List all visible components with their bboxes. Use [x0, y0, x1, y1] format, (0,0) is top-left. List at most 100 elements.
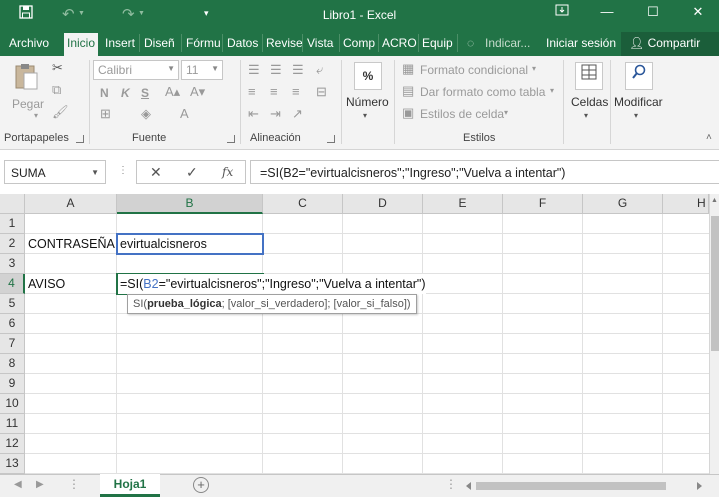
maximize-icon[interactable]: ☐ [641, 4, 665, 24]
tab-insertar[interactable]: Insert [105, 36, 135, 50]
copy-icon[interactable]: ⧉ [52, 82, 61, 98]
cell-a2[interactable]: CONTRASEÑA [25, 234, 117, 254]
align-bottom-icon[interactable]: ☰ [292, 62, 304, 78]
percent-icon[interactable]: % [354, 62, 382, 90]
function-tooltip[interactable]: SI(prueba_lógica; [valor_si_verdadero]; … [127, 294, 417, 314]
tab-diseno[interactable]: Diseñ [144, 36, 175, 50]
scroll-up-icon[interactable]: ▲ [711, 197, 718, 204]
italic-button[interactable]: K [121, 86, 130, 100]
wrap-text-icon[interactable]: ⤶ [316, 62, 323, 78]
tell-me-search[interactable]: Indicar... [485, 36, 530, 50]
alignment-launcher-icon[interactable] [327, 135, 335, 143]
editing-button[interactable]: Modificar [614, 95, 663, 109]
row-header-7[interactable]: 7 [0, 334, 25, 354]
cells-icon[interactable] [575, 62, 603, 90]
column-header-g[interactable]: G [583, 194, 663, 214]
column-header-c[interactable]: C [263, 194, 343, 214]
row-header-4[interactable]: 4 [0, 274, 25, 294]
underline-button[interactable]: S [141, 86, 149, 100]
share-button[interactable]: 👤︎ Compartir [621, 32, 719, 56]
decrease-indent-icon[interactable]: ⇤ [248, 106, 259, 122]
vertical-scrollbar[interactable]: ▲ [709, 194, 719, 474]
tab-equipo[interactable]: Equip [422, 36, 453, 50]
close-icon[interactable]: ✕ [686, 4, 710, 24]
search-icon[interactable] [625, 62, 653, 90]
tab-archivo[interactable]: Archivo [9, 36, 49, 50]
orientation-icon[interactable]: ↗ [292, 106, 303, 122]
sheet-menu-icon[interactable]: ⋮ [68, 477, 80, 491]
row-header-2[interactable]: 2 [0, 234, 25, 254]
row-header-8[interactable]: 8 [0, 354, 25, 374]
borders-icon[interactable]: ⊞ [100, 106, 111, 122]
bold-button[interactable]: N [100, 86, 109, 100]
cell-styles-icon[interactable]: ▣ [402, 105, 414, 121]
next-sheet-icon[interactable]: ▶ [36, 479, 44, 490]
merge-center-icon[interactable]: ⊟ [316, 84, 327, 100]
conditional-format-button[interactable]: Formato condicional [420, 63, 528, 77]
row-header-11[interactable]: 11 [0, 414, 25, 434]
align-top-icon[interactable]: ☰ [248, 62, 260, 78]
splitter-handle-icon[interactable]: ⋮ [118, 165, 129, 176]
cut-icon[interactable]: ✂ [52, 60, 63, 76]
column-header-b[interactable]: B [117, 194, 263, 214]
tab-splitter-icon[interactable]: ⋮ [445, 477, 457, 491]
format-painter-icon[interactable]: 🖌︎ [52, 104, 69, 120]
font-shrink-icon[interactable]: A▾ [190, 84, 205, 100]
align-center-icon[interactable]: ≡ [270, 84, 278, 99]
select-all-button[interactable] [0, 194, 25, 214]
row-header-3[interactable]: 3 [0, 254, 25, 274]
cells-button[interactable]: Celdas [571, 95, 608, 109]
column-header-a[interactable]: A [25, 194, 117, 214]
cell-styles-button[interactable]: Estilos de celda [420, 107, 504, 121]
format-as-table-button[interactable]: Dar formato como tabla [420, 85, 545, 99]
number-button[interactable]: Número [346, 95, 389, 109]
add-sheet-icon[interactable]: + [193, 477, 209, 493]
cell-a4[interactable]: AVISO [25, 274, 117, 294]
chevron-down-icon[interactable]: ▾ [504, 108, 508, 117]
row-header-9[interactable]: 9 [0, 374, 25, 394]
tab-revisar[interactable]: Revise [266, 36, 303, 50]
insert-function-icon[interactable]: fx [222, 165, 233, 179]
font-launcher-icon[interactable] [227, 135, 235, 143]
row-header-6[interactable]: 6 [0, 314, 25, 334]
font-color-icon[interactable]: A [180, 106, 189, 121]
fill-color-icon[interactable]: ◈ [141, 106, 151, 122]
lightbulb-icon[interactable]: ◌ [467, 36, 474, 50]
row-header-13[interactable]: 13 [0, 454, 25, 474]
horizontal-scrollbar[interactable] [464, 479, 704, 493]
minimize-icon[interactable]: — [595, 4, 619, 24]
ribbon-display-options-icon[interactable] [550, 4, 574, 24]
tab-vista[interactable]: Vista [307, 36, 333, 50]
chevron-down-icon[interactable]: ▾ [550, 86, 554, 95]
row-header-10[interactable]: 10 [0, 394, 25, 414]
cancel-icon[interactable]: ✕ [150, 164, 162, 181]
increase-indent-icon[interactable]: ⇥ [270, 106, 281, 122]
clipboard-launcher-icon[interactable] [76, 135, 84, 143]
cell-b4-editing[interactable]: =SI(B2="evirtualcisneros";"Ingreso";"Vue… [118, 274, 426, 294]
align-right-icon[interactable]: ≡ [292, 84, 300, 99]
tab-datos[interactable]: Datos [227, 36, 258, 50]
number-dropdown-icon[interactable]: ▾ [363, 111, 367, 120]
formula-input[interactable]: =SI(B2="evirtualcisneros";"Ingreso";"Vue… [250, 160, 719, 184]
align-middle-icon[interactable]: ☰ [270, 62, 282, 78]
previous-sheet-icon[interactable]: ◀ [14, 479, 22, 490]
chevron-down-icon[interactable]: ▾ [532, 64, 536, 73]
tab-inicio[interactable]: Inicio [64, 33, 99, 56]
row-header-12[interactable]: 12 [0, 434, 25, 454]
editing-dropdown-icon[interactable]: ▾ [634, 111, 638, 120]
row-header-5[interactable]: 5 [0, 294, 25, 314]
font-grow-icon[interactable]: A▴ [165, 84, 180, 100]
font-size-select[interactable]: 11 ▼ [181, 60, 223, 80]
paste-dropdown-icon[interactable]: ▾ [34, 111, 38, 120]
format-as-table-icon[interactable]: ▤ [402, 83, 414, 99]
sheet-tab-hoja1[interactable]: Hoja1 [100, 474, 160, 497]
name-box[interactable]: SUMA ▼ [4, 160, 106, 184]
column-header-h[interactable]: H [663, 194, 709, 214]
enter-icon[interactable]: ✓ [186, 164, 198, 181]
cells-dropdown-icon[interactable]: ▾ [584, 111, 588, 120]
column-header-e[interactable]: E [423, 194, 503, 214]
collapse-ribbon-icon[interactable]: ˄ [706, 132, 712, 143]
tab-formulas[interactable]: Fórmu [186, 36, 221, 50]
column-header-f[interactable]: F [503, 194, 583, 214]
tab-acrobat[interactable]: ACRO [382, 36, 417, 50]
